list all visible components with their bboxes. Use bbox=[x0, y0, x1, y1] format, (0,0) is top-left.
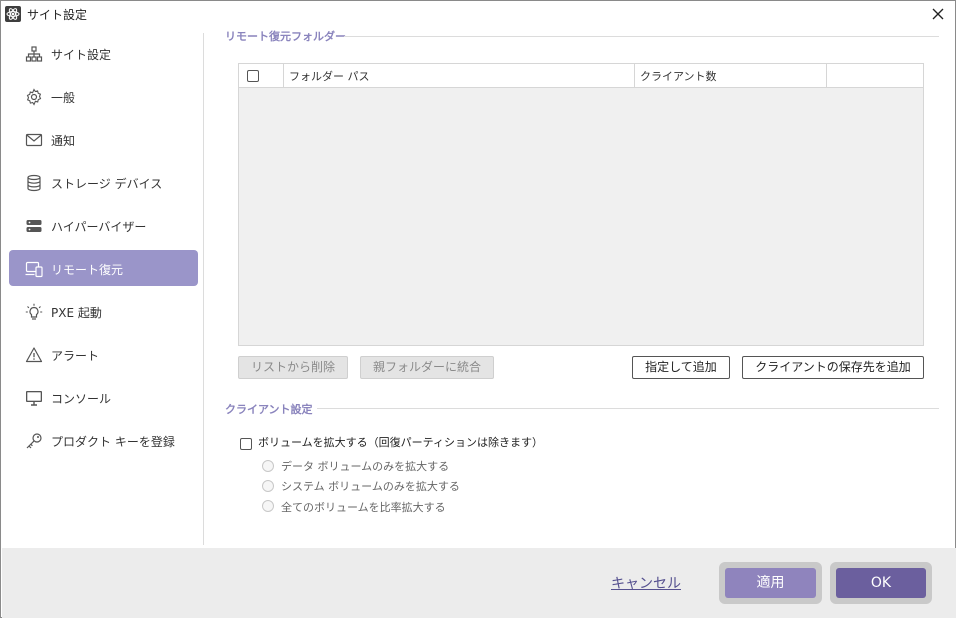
sidebar-item-notification[interactable]: 通知 bbox=[9, 121, 198, 157]
radio-label-data-volume-only: データ ボリュームのみを拡大する bbox=[281, 460, 450, 473]
sidebar-item-label: 通知 bbox=[51, 134, 76, 148]
sidebar-item-register-product-key[interactable]: プロダクト キーを登録 bbox=[9, 422, 198, 458]
remote-folder-section-title: リモート復元フォルダー bbox=[225, 30, 346, 43]
radio-data-volume-only[interactable] bbox=[262, 460, 274, 472]
sidebar-item-remote-restore[interactable]: リモート復元 bbox=[9, 250, 198, 286]
merge-to-parent-button[interactable]: 親フォルダーに統合 bbox=[360, 356, 494, 379]
key-icon bbox=[26, 433, 42, 449]
add-client-destination-button[interactable]: クライアントの保存先を追加 bbox=[742, 356, 924, 379]
settings-sidebar: サイト設定 一般 通知 ストレージ デバイス ハイパーバイザー リモート復元 P… bbox=[1, 27, 204, 547]
column-header-client-count[interactable]: クライアント数 bbox=[635, 64, 827, 87]
gear-icon bbox=[26, 88, 42, 106]
sidebar-item-console[interactable]: コンソール bbox=[9, 379, 198, 415]
sidebar-item-label: サイト設定 bbox=[51, 48, 112, 62]
remove-from-list-button[interactable]: リストから削除 bbox=[238, 356, 348, 379]
section-divider bbox=[344, 36, 939, 37]
apply-button[interactable]: 適用 bbox=[725, 568, 816, 598]
sidebar-item-label: PXE 起動 bbox=[51, 306, 102, 320]
expand-volume-label: ボリュームを拡大する（回復パーティションは除きます） bbox=[258, 436, 544, 449]
radio-label-all-volumes-proportional: 全てのボリュームを比率拡大する bbox=[281, 501, 446, 514]
server-icon bbox=[26, 220, 42, 232]
sidebar-item-hypervisor[interactable]: ハイパーバイザー bbox=[9, 207, 198, 243]
radio-all-volumes-proportional[interactable] bbox=[262, 500, 274, 512]
client-settings-section-title: クライアント設定 bbox=[225, 403, 313, 416]
close-button[interactable] bbox=[927, 4, 949, 24]
site-settings-window: サイト設定 サイト設定 一般 通知 ストレージ デバイス ハイパーバイザー リモ… bbox=[0, 0, 956, 618]
sitemap-icon bbox=[25, 46, 43, 62]
table-header: フォルダー パス クライアント数 bbox=[239, 64, 923, 88]
monitor-icon bbox=[26, 391, 42, 406]
sidebar-item-alert[interactable]: アラート bbox=[9, 336, 198, 372]
column-header-folder-path[interactable]: フォルダー パス bbox=[284, 64, 635, 87]
sidebar-item-site-settings[interactable]: サイト設定 bbox=[9, 35, 198, 71]
section-divider bbox=[317, 408, 939, 409]
expand-volume-checkbox[interactable] bbox=[240, 438, 252, 450]
sidebar-item-label: ストレージ デバイス bbox=[51, 177, 163, 191]
database-icon bbox=[27, 174, 41, 192]
sidebar-divider bbox=[203, 33, 204, 545]
lightbulb-icon bbox=[25, 303, 43, 320]
select-all-checkbox[interactable] bbox=[247, 70, 259, 82]
close-icon bbox=[932, 8, 944, 20]
sidebar-item-storage-devices[interactable]: ストレージ デバイス bbox=[9, 164, 198, 200]
sidebar-item-label: 一般 bbox=[51, 91, 76, 105]
radio-system-volume-only[interactable] bbox=[262, 480, 274, 492]
cancel-link[interactable]: キャンセル bbox=[611, 573, 681, 593]
sidebar-item-pxe-boot[interactable]: PXE 起動 bbox=[9, 293, 198, 329]
column-header-label: フォルダー パス bbox=[289, 70, 370, 83]
title-bar: サイト設定 bbox=[1, 1, 955, 27]
ok-button-frame: OK bbox=[830, 562, 932, 604]
sidebar-item-label: アラート bbox=[51, 349, 100, 363]
select-all-column bbox=[239, 64, 284, 87]
column-header-label: クライアント数 bbox=[640, 70, 717, 83]
radio-label-system-volume-only: システム ボリュームのみを拡大する bbox=[281, 480, 460, 493]
remote-devices-icon bbox=[25, 261, 43, 278]
app-logo-icon bbox=[5, 6, 21, 22]
sidebar-item-label: リモート復元 bbox=[51, 263, 124, 277]
sidebar-item-label: プロダクト キーを登録 bbox=[51, 435, 175, 449]
sidebar-item-label: ハイパーバイザー bbox=[51, 220, 147, 234]
window-title: サイト設定 bbox=[27, 8, 88, 22]
apply-button-frame: 適用 bbox=[719, 562, 822, 604]
warning-icon bbox=[25, 347, 43, 363]
add-specified-button[interactable]: 指定して追加 bbox=[632, 356, 730, 379]
table-body bbox=[239, 87, 923, 345]
column-header-extra bbox=[827, 64, 923, 87]
sidebar-item-general[interactable]: 一般 bbox=[9, 78, 198, 114]
envelope-icon bbox=[25, 133, 43, 147]
sidebar-item-label: コンソール bbox=[51, 392, 112, 406]
ok-button[interactable]: OK bbox=[836, 568, 926, 598]
remote-folder-table: フォルダー パス クライアント数 bbox=[238, 63, 924, 346]
